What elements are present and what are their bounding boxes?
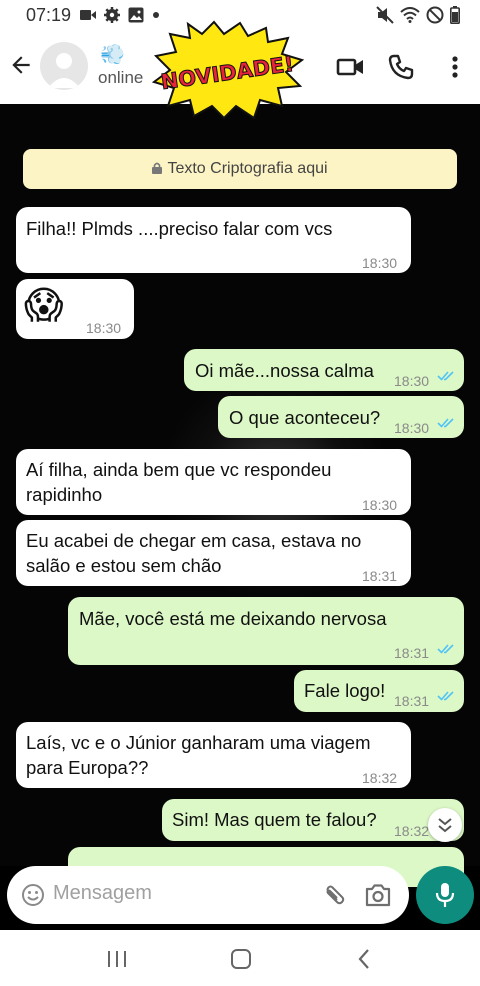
message-text: Filha!! Plmds ....preciso falar com vcs xyxy=(26,218,333,239)
message-bubble-outgoing[interactable]: O que aconteceu? 18:30 xyxy=(218,396,464,438)
encryption-banner[interactable]: Texto Criptografia aqui xyxy=(23,149,457,189)
message-bubble-outgoing[interactable]: Mãe, você está me deixando nervosa 18:31 xyxy=(68,597,464,665)
message-text: Eu acabei de chegar em casa, estava no xyxy=(26,530,362,551)
message-text: Mãe, você está me deixando nervosa xyxy=(79,608,387,629)
novidade-sticker: NOVIDADE! xyxy=(151,20,305,120)
message-time: 18:31 xyxy=(394,693,430,709)
image-icon xyxy=(128,7,144,23)
contact-status: online xyxy=(98,68,144,87)
message-time: 18:30 xyxy=(394,373,430,389)
microphone-icon xyxy=(435,883,455,907)
message-time: 18:32 xyxy=(394,823,430,839)
message-time: 18:31 xyxy=(394,645,430,661)
message-text: rapidinho xyxy=(26,484,103,505)
video-icon xyxy=(80,10,96,20)
message-bubble-outgoing[interactable]: Oi mãe...nossa calma 18:30 xyxy=(184,349,464,391)
microphone-button[interactable] xyxy=(416,866,474,924)
read-ticks-icon xyxy=(437,371,454,381)
message-text: para Europa?? xyxy=(26,757,149,778)
back-nav-icon[interactable] xyxy=(356,948,372,970)
lock-icon xyxy=(152,162,163,174)
scroll-down-button[interactable] xyxy=(428,808,462,842)
message-text: Aí filha, ainda bem que vc respondeu xyxy=(26,459,332,480)
message-bubble-incoming[interactable]: Aí filha, ainda bem que vc respondeu rap… xyxy=(16,449,411,515)
steam-emoji-icon: 💨 xyxy=(100,44,125,66)
video-call-icon[interactable] xyxy=(336,52,366,82)
message-bubble-outgoing[interactable]: Sim! Mas quem te falou? 18:32 xyxy=(162,799,464,841)
message-bubble-incoming[interactable]: Filha!! Plmds ....preciso falar com vcs … xyxy=(16,207,411,273)
message-text: salão e estou sem chão xyxy=(26,555,222,576)
message-time: 18:30 xyxy=(362,497,398,513)
message-input[interactable]: Mensagem xyxy=(53,882,152,905)
message-text: Sim! Mas quem te falou? xyxy=(172,809,377,830)
message-time: 18:30 xyxy=(394,420,430,436)
system-nav-bar xyxy=(0,930,480,986)
home-icon[interactable] xyxy=(230,948,252,970)
read-ticks-icon xyxy=(437,644,454,654)
camera-icon[interactable] xyxy=(364,882,392,908)
message-bubble-incoming[interactable]: Eu acabei de chegar em casa, estava no s… xyxy=(16,520,411,586)
message-time: 18:31 xyxy=(362,568,398,584)
more-vertical-icon[interactable] xyxy=(440,52,470,82)
status-time: 07:19 xyxy=(26,5,72,25)
dnd-icon xyxy=(426,6,444,24)
battery-icon xyxy=(450,6,460,24)
recent-apps-icon[interactable] xyxy=(106,949,128,969)
message-time: 18:30 xyxy=(86,320,122,336)
banner-text: Texto Criptografia aqui xyxy=(167,160,328,177)
message-bubble-incoming[interactable]: Laís, vc e o Júnior ganharam uma viagem … xyxy=(16,722,411,788)
settings-icon xyxy=(104,7,120,23)
message-text: Oi mãe...nossa calma xyxy=(195,360,374,381)
message-time: 18:30 xyxy=(362,255,398,271)
message-time: 18:32 xyxy=(362,770,398,786)
double-chevron-down-icon xyxy=(438,818,452,833)
message-bubble-outgoing[interactable]: Fale logo! 18:31 xyxy=(294,670,464,712)
read-ticks-icon xyxy=(437,691,454,701)
avatar[interactable] xyxy=(40,42,88,90)
wifi-icon xyxy=(400,7,420,23)
dot-icon xyxy=(153,12,159,18)
mute-icon xyxy=(376,6,394,24)
message-text: Fale logo! xyxy=(304,680,386,701)
emoji-icon[interactable] xyxy=(21,883,45,907)
message-input-bar[interactable]: Mensagem xyxy=(7,866,409,924)
message-text: Laís, vc e o Júnior ganharam uma viagem xyxy=(26,732,371,753)
message-text: O que aconteceu? xyxy=(229,407,381,428)
message-bubble-incoming[interactable]: 😱 18:30 xyxy=(16,279,134,339)
scream-emoji: 😱 xyxy=(24,285,64,327)
read-ticks-icon xyxy=(437,418,454,428)
phone-icon[interactable] xyxy=(386,52,416,82)
back-arrow-icon[interactable] xyxy=(8,52,34,78)
attach-icon[interactable] xyxy=(320,882,346,908)
